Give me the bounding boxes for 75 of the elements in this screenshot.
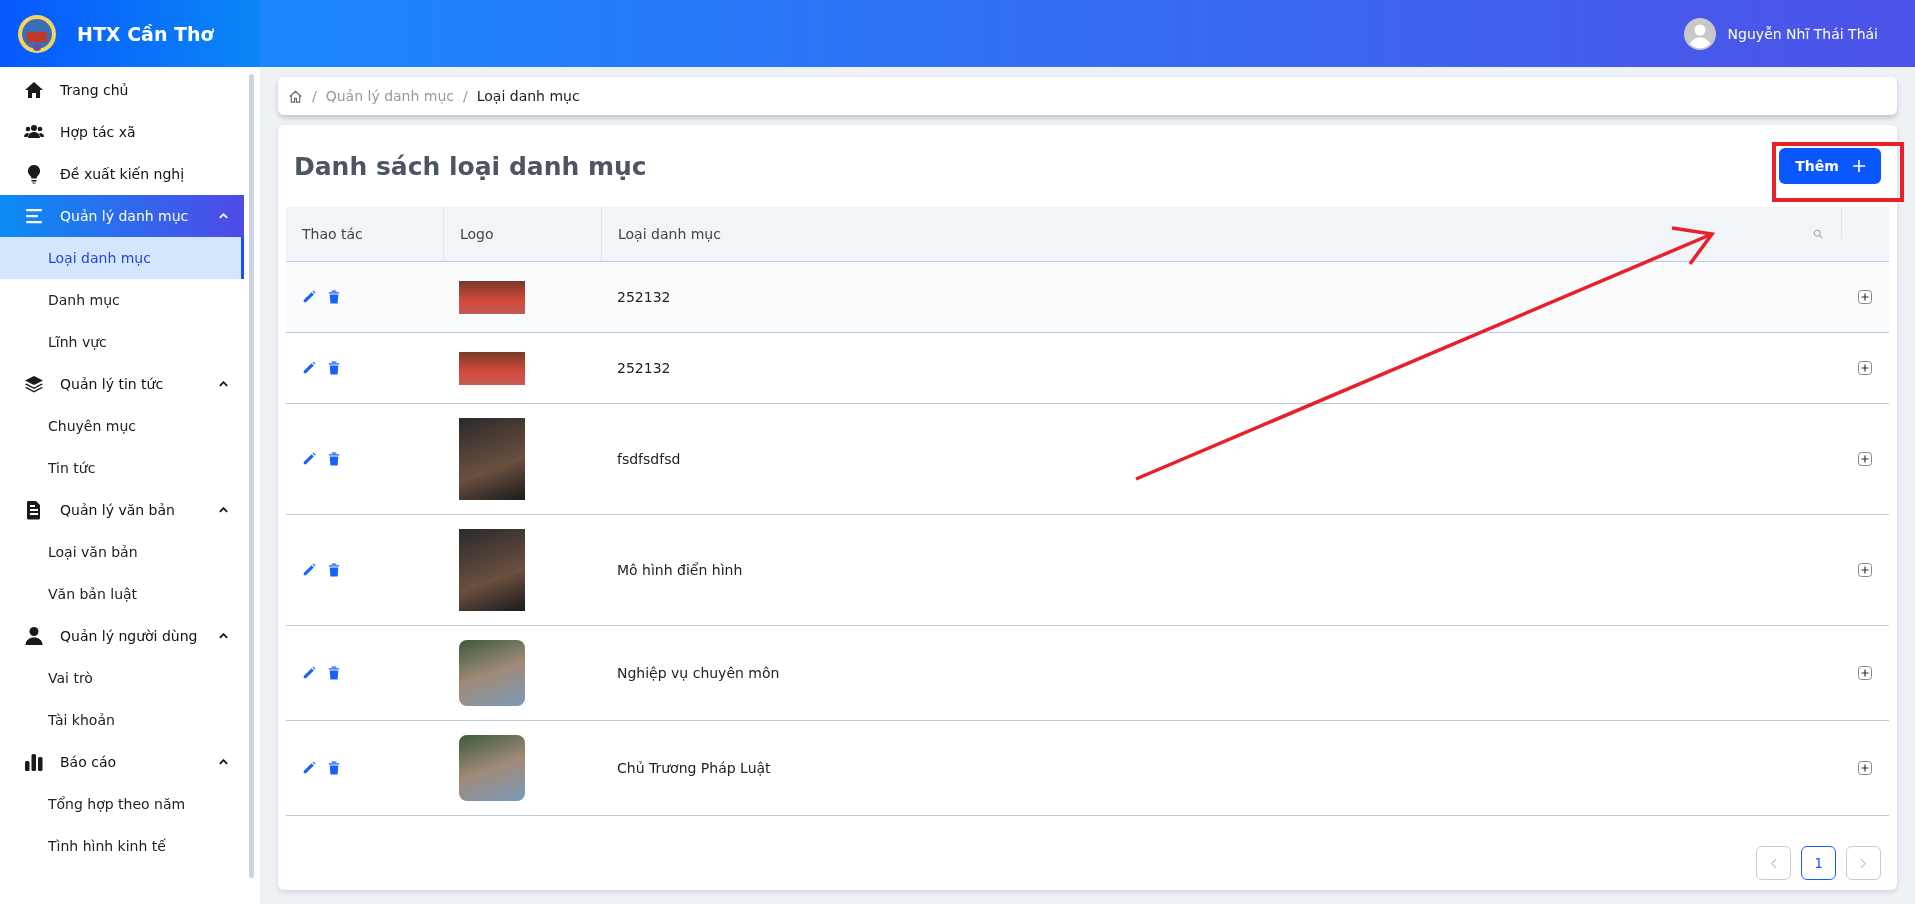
edit-icon[interactable] (302, 761, 316, 775)
table-cell: Nghiệp vụ chuyên môn (617, 665, 780, 681)
sidebar-item[interactable]: Đề xuất kiến nghị (0, 153, 244, 195)
table-cell: 252132 (617, 289, 671, 305)
page-title: Danh sách loại danh mục (294, 151, 647, 181)
photo-placeholder (459, 280, 525, 314)
emblem-logo (17, 13, 57, 54)
plus-icon (1852, 160, 1865, 172)
home-icon (24, 80, 44, 100)
expand-icon[interactable] (1858, 666, 1872, 680)
person-icon (24, 626, 44, 646)
sidebar-item[interactable]: Trang chủ (0, 69, 244, 111)
edit-icon[interactable] (302, 563, 316, 577)
expand-icon[interactable] (1858, 563, 1872, 577)
avatar-icon (1683, 17, 1716, 50)
column-header: Thao tác (302, 226, 363, 242)
edit-icon[interactable] (302, 290, 316, 304)
table-cell: fsdfsdfsd (617, 451, 681, 467)
trash-icon[interactable] (328, 290, 340, 304)
caret-icon (219, 381, 228, 387)
sidebar-subitem[interactable]: Lĩnh vực (0, 321, 244, 363)
edit-icon[interactable] (302, 361, 316, 375)
sidebar-subitem[interactable]: Tài khoản (0, 699, 244, 741)
trash-icon[interactable] (328, 452, 340, 466)
layers-icon (24, 374, 44, 394)
photo-placeholder (459, 640, 525, 706)
home-icon[interactable] (288, 88, 303, 104)
sidebar-subitem[interactable]: Văn bản luật (0, 573, 244, 615)
column-header: Logo (460, 226, 494, 242)
trash-icon[interactable] (328, 563, 340, 577)
table-cell: 252132 (617, 360, 671, 376)
page-button[interactable]: 1 (1801, 846, 1836, 880)
trash-icon[interactable] (328, 361, 340, 375)
caret-icon (219, 213, 228, 219)
sidebar-item[interactable]: Quản lý danh mục (0, 195, 244, 237)
breadcrumb-separator: / (463, 88, 468, 104)
brand-name: HTX Cần Thơ (77, 22, 214, 45)
table-cell: Chủ Trương Pháp Luật (617, 760, 771, 776)
sidebar-subitem[interactable]: Danh mục (0, 279, 244, 321)
expand-icon[interactable] (1858, 761, 1872, 775)
expand-icon[interactable] (1858, 361, 1872, 375)
breadcrumb-separator: / (312, 88, 317, 104)
expand-icon[interactable] (1858, 290, 1872, 304)
sidebar-item[interactable]: Quản lý người dùng (0, 615, 244, 657)
sidebar-subitem[interactable]: Loại văn bản (0, 531, 244, 573)
chevron-left-icon (1770, 857, 1777, 869)
edit-icon[interactable] (302, 452, 316, 466)
photo-placeholder (459, 351, 525, 385)
sidebar-subitem[interactable]: Tình hình kinh tế (0, 825, 244, 867)
table-cell: Mô hình điển hình (617, 562, 743, 578)
sidebar-subitem[interactable]: Vai trò (0, 657, 244, 699)
chevron-right-icon (1860, 857, 1867, 869)
caret-icon (219, 507, 228, 513)
add-button[interactable]: Thêm (1779, 148, 1881, 184)
sidebar-subitem[interactable]: Chuyên mục (0, 405, 244, 447)
sidebar-subitem[interactable]: Tin tức (0, 447, 244, 489)
list-icon (24, 206, 44, 226)
sidebar-item[interactable]: Hợp tác xã (0, 111, 244, 153)
caret-icon (219, 759, 228, 765)
sidebar-item[interactable]: Báo cáo (0, 741, 244, 783)
expand-icon[interactable] (1858, 452, 1872, 466)
sidebar-item[interactable]: Quản lý văn bản (0, 489, 244, 531)
user-name[interactable]: Nguyễn Nhĩ Thái Thái (1727, 25, 1878, 42)
scrollbar[interactable] (249, 74, 254, 878)
photo-placeholder (459, 735, 525, 801)
caret-icon (219, 633, 228, 639)
sidebar-subitem[interactable]: Tổng hợp theo năm (0, 783, 244, 825)
bar-chart-icon (24, 752, 44, 772)
edit-icon[interactable] (302, 666, 316, 680)
column-header: Loại danh mục (618, 226, 721, 242)
trash-icon[interactable] (328, 666, 340, 680)
sidebar-subitem[interactable]: Loại danh mục (0, 237, 244, 279)
sidebar-item[interactable]: Quản lý tin tức (0, 363, 244, 405)
breadcrumb-link[interactable]: Loại danh mục (476, 88, 580, 104)
trash-icon[interactable] (328, 761, 340, 775)
